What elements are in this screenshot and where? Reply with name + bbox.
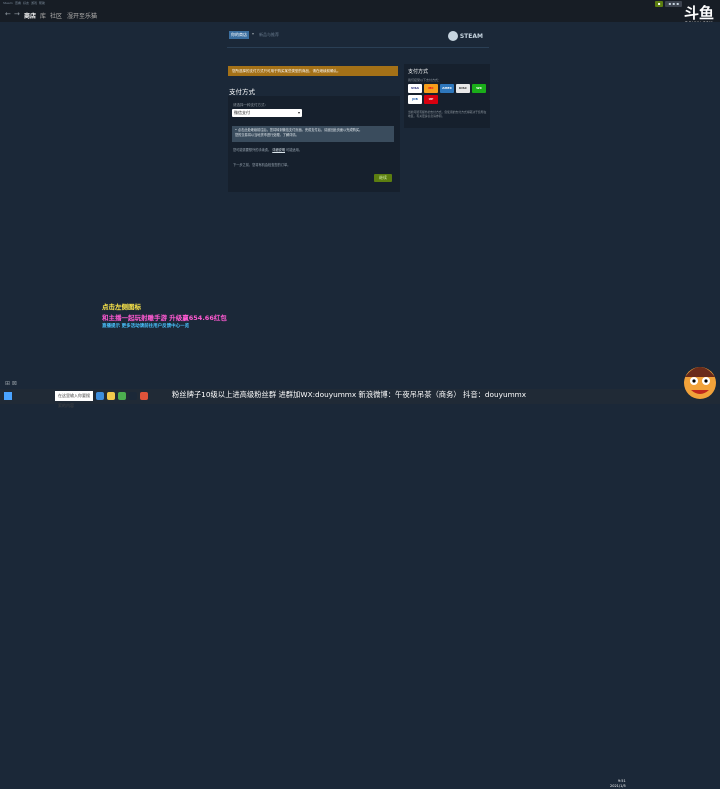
menu-view[interactable]: 查看 <box>15 1 21 5</box>
stream-overlay-line-1: 点击左侧图标 <box>102 303 141 311</box>
clock-date: 2021/1/5 <box>610 784 626 788</box>
review-order-note: 下一步之前，您将有机会检查您的订单。 <box>233 163 291 167</box>
new-noteworthy-link[interactable]: 新品与推荐 <box>259 32 279 38</box>
mastercard-logo: MC <box>424 84 438 93</box>
discover-logo: DISC <box>456 84 470 93</box>
amex-logo: AMEX <box>440 84 454 93</box>
taskbar-clock[interactable]: 9:51 2021/1/5 <box>610 779 626 789</box>
taskbar-search-input[interactable]: 在这里输入你要搜索的内容 <box>55 391 93 408</box>
menu-friends[interactable]: 好友 <box>23 1 29 5</box>
steam-nav-bar: ← → 商店 库 社区 湿开至乐猫 <box>0 7 720 22</box>
steam-brand: STEAM <box>447 31 483 41</box>
streamer-avatar <box>684 367 716 399</box>
nav-profile[interactable]: 湿开至乐猫 <box>67 11 97 20</box>
stream-marquee-text: 粉丝牌子10级以上进高级粉丝群 进群加WX:douyummx 新浪微博：午夜吊吊… <box>172 390 527 399</box>
visa-logo: VISA <box>408 84 422 93</box>
store-header: 你的商店 ▾ 新品与推荐 STEAM <box>227 27 489 47</box>
chevron-down-icon[interactable]: ▾ <box>252 31 254 36</box>
sidebar-footnote: 当前可能有额外的支付方式。您使用的支付方式将取决于您所在地区。有关更多信息请参阅… <box>408 110 487 118</box>
explorer-icon[interactable] <box>107 392 115 400</box>
steam-wordmark: STEAM <box>459 32 483 40</box>
unionpay-logo: UP <box>424 95 438 104</box>
taskbar-app-icons <box>96 392 148 400</box>
payment-methods-sidebar: 支付方式 我们接受以下支付方式： VISA MC AMEX DISC WX JC… <box>404 64 490 128</box>
menu-games[interactable]: 游戏 <box>31 1 37 5</box>
fee-note-tail: 可能适用。 <box>286 148 302 152</box>
steam-title-bar: Steam 查看 好友 游戏 帮助 ▪ ▪ ▪ ▪ <box>0 0 720 7</box>
sidebar-subtitle: 我们接受以下支付方式： <box>408 78 442 82</box>
payment-logos: VISA MC AMEX DISC WX JCB UP <box>408 84 488 104</box>
steam-logo-icon <box>447 31 458 41</box>
forward-icon[interactable]: → <box>14 10 20 18</box>
payment-info-box: • 点击此处继续前往后，您将转到微信支付页面。完成支付后，请返回此页面以完成购买… <box>232 126 394 142</box>
payment-method-value: 微信支付 <box>234 110 250 115</box>
payment-method-select[interactable]: 微信支付 ▾ <box>232 109 302 117</box>
header-divider <box>227 47 489 48</box>
fee-note-text: 您可能需要额外的手续费。 <box>233 148 272 152</box>
choose-payment-label: 请选择一种支付方式： <box>233 103 268 107</box>
app-icon[interactable] <box>140 392 148 400</box>
edge-icon[interactable] <box>96 392 104 400</box>
fee-note: 您可能需要额外的手续费。 详细说明 可能适用。 <box>233 147 302 152</box>
payment-method-title: 支付方式 <box>229 88 255 96</box>
back-icon[interactable]: ← <box>5 10 11 18</box>
dropdown-arrow-icon: ▾ <box>297 110 300 115</box>
payment-info-text-2: 您的交易将以当地货币进行处理。了解详情。 <box>235 133 299 137</box>
steam-taskbar-icon[interactable] <box>129 392 137 400</box>
steam-statusbar-icons[interactable]: ⊞ ⊠ <box>5 380 17 387</box>
continue-button[interactable]: 继续 <box>374 174 392 182</box>
nav-store[interactable]: 商店 <box>24 11 36 20</box>
fee-details-link[interactable]: 详细说明 <box>272 148 285 152</box>
stream-overlay-line-3: 直播提示 更多活动请前往用户反馈中心一览 <box>102 324 190 329</box>
windows-start-icon[interactable] <box>4 392 12 400</box>
menu-help[interactable]: 帮助 <box>39 1 45 5</box>
stream-overlay-line-2: 和主播一起玩射雕手游 升级赢654.66红包 <box>102 314 227 322</box>
nav-library[interactable]: 库 <box>40 11 46 20</box>
menu-steam[interactable]: Steam <box>3 1 13 5</box>
wechat-pay-logo: WX <box>472 84 486 93</box>
your-store-tab[interactable]: 你的商店 <box>229 31 249 39</box>
douyu-logo: 斗鱼 <box>683 4 714 22</box>
nav-community[interactable]: 社区 <box>50 11 62 20</box>
sidebar-title: 支付方式 <box>408 69 429 75</box>
payment-warning-banner: 您所选择的支付方式只可用于购买某些类型的商品，请在继续前确认。 <box>228 66 398 76</box>
payment-panel: 请选择一种支付方式： 微信支付 ▾ • 点击此处继续前往后，您将转到微信支付页面… <box>228 96 400 192</box>
jcb-logo: JCB <box>408 95 422 104</box>
chrome-icon[interactable] <box>118 392 126 400</box>
